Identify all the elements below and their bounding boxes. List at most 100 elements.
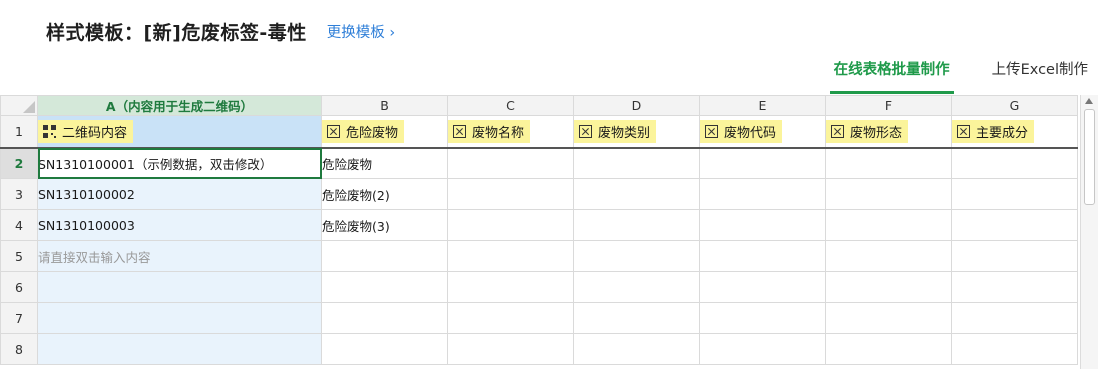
field-header-cell[interactable]: 废物类别 [573, 115, 700, 149]
table-cell[interactable] [321, 333, 448, 365]
table-cell[interactable] [321, 302, 448, 334]
table-cell[interactable]: 危险废物(3) [321, 209, 448, 241]
field-header-chip: 主要成分 [952, 119, 1035, 143]
table-cell[interactable] [321, 271, 448, 303]
column-header-b[interactable]: B [321, 95, 448, 116]
column-header-d[interactable]: D [573, 95, 700, 116]
table-cell[interactable] [825, 240, 952, 272]
field-header-chip: 二维码内容 [38, 119, 134, 143]
field-box-icon [957, 124, 970, 138]
table-cell[interactable] [825, 147, 952, 179]
table-cell[interactable] [447, 302, 574, 334]
table-cell[interactable] [825, 178, 952, 210]
tab-online-table[interactable]: 在线表格批量制作 [829, 56, 954, 94]
column-header-c[interactable]: C [447, 95, 574, 116]
row-header[interactable]: 5 [0, 240, 38, 272]
row-header[interactable]: 4 [0, 209, 38, 241]
table-cell[interactable] [37, 271, 322, 303]
table-cell[interactable] [573, 147, 700, 179]
row-header[interactable]: 7 [0, 302, 38, 334]
table-cell[interactable] [699, 209, 826, 241]
field-header-cell[interactable]: 二维码内容 [37, 115, 322, 149]
table-cell[interactable] [447, 333, 574, 365]
table-cell[interactable] [699, 240, 826, 272]
field-header-chip: 危险废物 [322, 119, 405, 143]
table-cell[interactable] [699, 147, 826, 179]
table-cell[interactable] [37, 302, 322, 334]
column-header-f[interactable]: F [825, 95, 952, 116]
table-cell-active[interactable]: SN1310100001（示例数据，双击修改） [37, 147, 322, 179]
table-cell[interactable] [699, 333, 826, 365]
row-header[interactable]: 1 [0, 115, 38, 149]
table-cell[interactable] [699, 302, 826, 334]
table-cell[interactable] [573, 302, 700, 334]
table-cell[interactable] [573, 333, 700, 365]
table-cell[interactable] [573, 178, 700, 210]
column-header-g[interactable]: G [951, 95, 1078, 116]
table-cell[interactable] [951, 178, 1078, 210]
table-cell[interactable] [447, 209, 574, 241]
field-header-label: 废物类别 [598, 125, 651, 141]
table-cell[interactable] [447, 240, 574, 272]
spreadsheet-grid: A（内容用于生成二维码） B C D E F G 1 二维码内容 危险废物 废物… [0, 95, 1078, 365]
tab-upload-excel[interactable]: 上传Excel制作 [992, 56, 1088, 94]
field-header-cell[interactable]: 废物代码 [699, 115, 826, 149]
scrollbar-thumb[interactable] [1084, 109, 1095, 205]
table-cell[interactable]: SN1310100003 [37, 209, 322, 241]
table-cell[interactable] [573, 209, 700, 241]
field-header-cell[interactable]: 废物形态 [825, 115, 952, 149]
column-header-e[interactable]: E [699, 95, 826, 116]
field-header-chip: 废物类别 [574, 119, 657, 143]
table-cell[interactable] [951, 333, 1078, 365]
table-cell[interactable] [573, 271, 700, 303]
select-all-corner[interactable] [0, 95, 38, 116]
field-header-chip: 废物代码 [700, 119, 783, 143]
table-cell[interactable] [825, 333, 952, 365]
table-cell[interactable] [825, 271, 952, 303]
table-cell[interactable] [951, 147, 1078, 179]
field-box-icon [579, 124, 592, 138]
field-header-cell[interactable]: 主要成分 [951, 115, 1078, 149]
field-header-cell[interactable]: 危险废物 [321, 115, 448, 149]
field-header-chip: 废物名称 [448, 119, 531, 143]
table-cell[interactable] [699, 271, 826, 303]
field-header-cell[interactable]: 废物名称 [447, 115, 574, 149]
page-header: 样式模板：[新]危废标签-毒性 更换模板 › [46, 18, 395, 45]
field-header-label: 二维码内容 [62, 125, 128, 141]
row-header[interactable]: 3 [0, 178, 38, 210]
table-cell[interactable] [447, 271, 574, 303]
row-header[interactable]: 2 [0, 147, 38, 179]
table-cell[interactable] [699, 178, 826, 210]
change-template-link[interactable]: 更换模板 › [327, 21, 395, 42]
field-header-label: 废物代码 [724, 125, 777, 141]
column-header-a[interactable]: A（内容用于生成二维码） [37, 95, 322, 116]
input-placeholder-cell[interactable]: 请直接双击输入内容 [37, 240, 322, 272]
table-cell[interactable] [321, 240, 448, 272]
vertical-scrollbar[interactable] [1080, 95, 1098, 369]
mode-tabs: 在线表格批量制作 上传Excel制作 [829, 56, 1088, 94]
table-cell[interactable] [951, 209, 1078, 241]
field-header-chip: 废物形态 [826, 119, 909, 143]
table-cell[interactable] [37, 333, 322, 365]
field-box-icon [327, 124, 340, 138]
spreadsheet: A（内容用于生成二维码） B C D E F G 1 二维码内容 危险废物 废物… [0, 95, 1080, 369]
table-cell[interactable] [573, 240, 700, 272]
field-box-icon [453, 124, 466, 138]
field-header-label: 主要成分 [976, 125, 1029, 141]
table-cell[interactable]: 危险废物(2) [321, 178, 448, 210]
table-cell[interactable] [951, 271, 1078, 303]
field-header-label: 废物名称 [472, 125, 525, 141]
table-cell[interactable] [825, 302, 952, 334]
table-cell[interactable]: SN1310100002 [37, 178, 322, 210]
table-cell[interactable] [447, 178, 574, 210]
row-header[interactable]: 6 [0, 271, 38, 303]
field-box-icon [831, 124, 844, 138]
page-title: 样式模板：[新]危废标签-毒性 [46, 22, 307, 44]
row-header[interactable]: 8 [0, 333, 38, 365]
scroll-up-arrow-icon[interactable] [1085, 98, 1093, 104]
table-cell[interactable] [447, 147, 574, 179]
table-cell[interactable] [825, 209, 952, 241]
table-cell[interactable] [951, 302, 1078, 334]
table-cell[interactable]: 危险废物 [321, 147, 448, 179]
table-cell[interactable] [951, 240, 1078, 272]
